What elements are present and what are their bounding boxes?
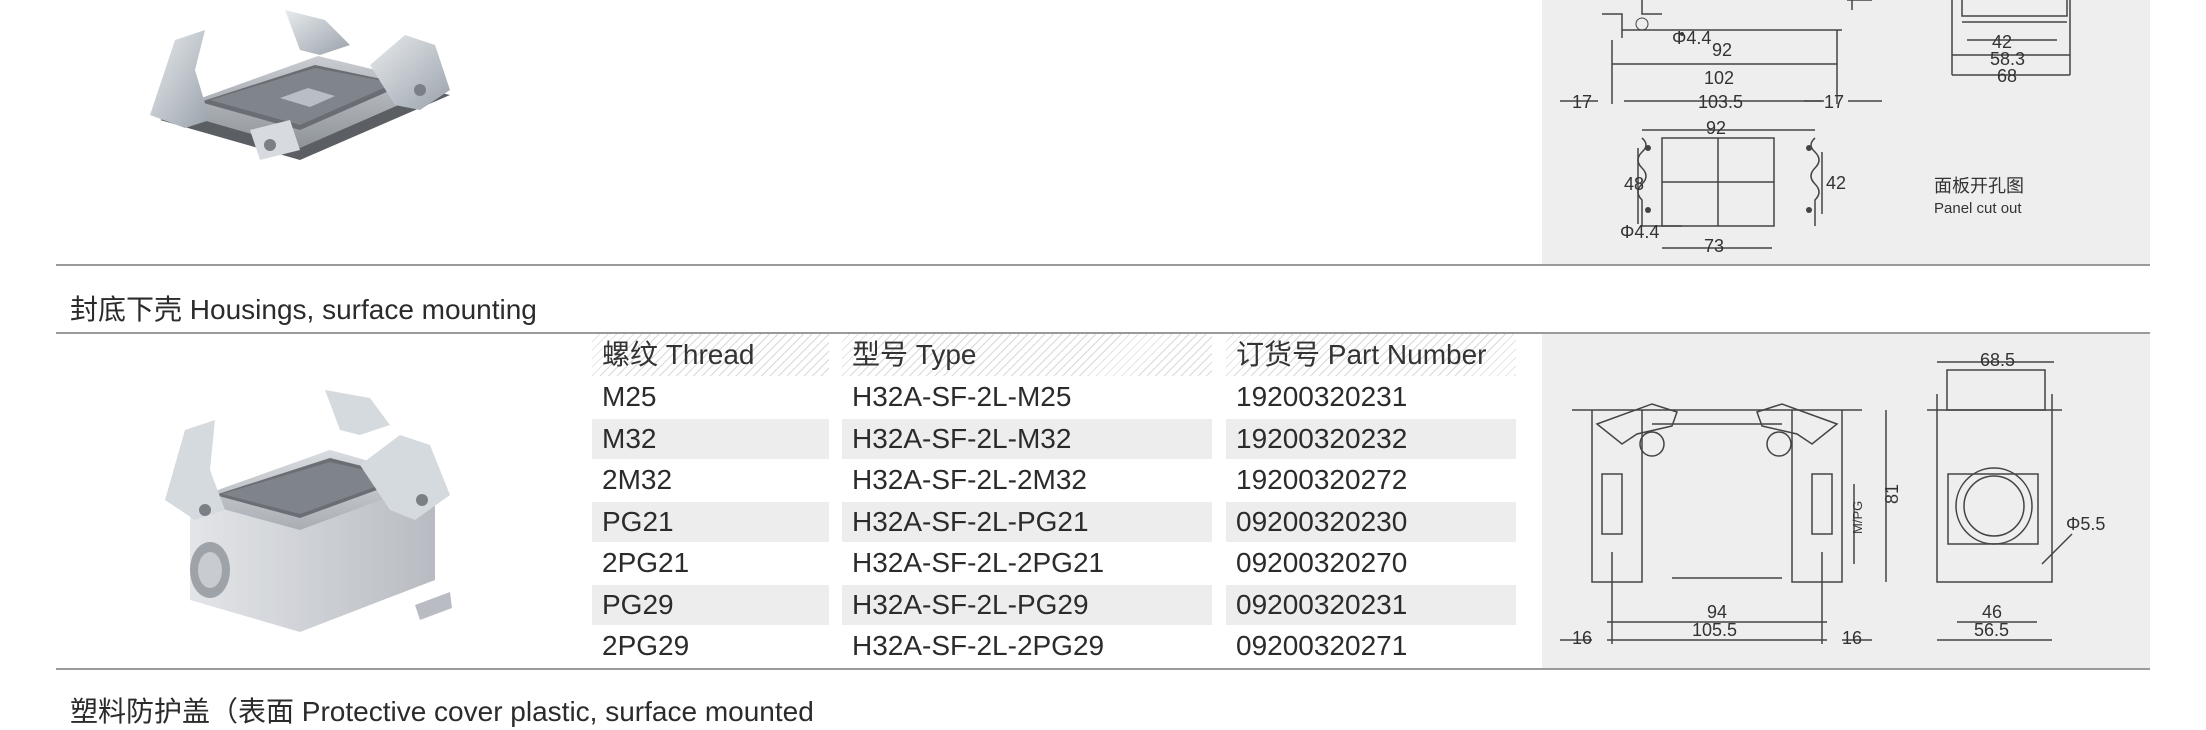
surface-housing-image	[160, 370, 460, 638]
cell-type: H32A-SF-2L-2M32	[852, 464, 1087, 495]
dim-hole-top: Φ4.4	[1672, 28, 1711, 48]
dim-94: 94	[1707, 602, 1727, 622]
section-title: 封底下壳 Housings, surface mounting	[70, 294, 537, 325]
header-type: 型号 Type	[842, 334, 1212, 376]
dim-68-side: 68	[1997, 66, 2017, 86]
cell-thread: 2PG29	[602, 630, 690, 661]
section-divider-bottom	[56, 668, 2150, 670]
dim-17-right: 17	[1824, 92, 1844, 112]
panel-cutout-caption-zh: 面板开孔图	[1934, 176, 2024, 196]
cell-thread: M32	[592, 418, 829, 459]
dim-103-5: 103.5	[1698, 92, 1743, 112]
dim-92-top: 92	[1712, 40, 1732, 60]
cell-thread: 2M32	[602, 464, 673, 495]
dim-cutout-48: 48	[1624, 174, 1644, 194]
cell-part-number: 09200320231	[1226, 584, 1516, 625]
cell-part-number: 19200320232	[1226, 418, 1516, 459]
header-thread: 螺纹 Thread	[592, 334, 829, 376]
dim-16-left: 16	[1572, 628, 1592, 648]
dim-cutout-42: 42	[1826, 173, 1846, 193]
cell-part-number: 19200320272	[1236, 464, 1408, 495]
dim-cutout-hole: Φ4.4	[1620, 222, 1659, 242]
dim-hole-surface: Φ5.5	[2066, 514, 2105, 534]
panel-cutout-caption-en: Panel cut out	[1934, 200, 2022, 217]
cell-type: H32A-SF-2L-PG21	[842, 501, 1212, 542]
dim-56-5: 56.5	[1974, 620, 2009, 640]
top-drawing-panel: Φ4.4 92 102 17 103.5 17 42 58.3 68 92 48…	[1542, 0, 2150, 264]
cell-type: H32A-SF-2L-M32	[842, 418, 1212, 459]
dim-102: 102	[1704, 68, 1734, 88]
section-divider-top	[56, 264, 2150, 266]
dim-cutout-73: 73	[1704, 236, 1724, 256]
cell-part-number: 09200320271	[1236, 630, 1408, 661]
dim-17-left: 17	[1572, 92, 1592, 112]
cell-part-number: 09200320270	[1236, 547, 1408, 578]
dim-mpg: M/PG	[1850, 501, 1865, 534]
header-part-number: 订货号 Part Number	[1226, 334, 1516, 376]
dim-68-5: 68.5	[1980, 350, 2015, 370]
top-housing-image	[150, 10, 460, 180]
next-section-title: 塑料防护盖（表面 Protective cover plastic, surfa…	[70, 696, 814, 727]
dim-81: 81	[1882, 484, 1902, 504]
cell-type: H32A-SF-2L-M25	[852, 381, 1072, 412]
panel-cutout-caption: 面板开孔图 Panel cut out	[1934, 172, 2024, 217]
cell-part-number: 19200320231	[1236, 381, 1408, 412]
cell-thread: PG21	[592, 501, 829, 542]
dim-cutout-92: 92	[1706, 118, 1726, 138]
cell-part-number: 09200320230	[1226, 501, 1516, 542]
dim-16-right: 16	[1842, 628, 1862, 648]
cell-type: H32A-SF-2L-2PG21	[852, 547, 1105, 578]
dim-105-5: 105.5	[1692, 620, 1737, 640]
surface-drawing-panel: 68.5 81 M/PG Φ5.5 94 105.5 16 16 46 56.5	[1542, 334, 2150, 668]
cell-type: H32A-SF-2L-2PG29	[852, 630, 1105, 661]
cell-thread: 2PG21	[602, 547, 690, 578]
cell-thread: M25	[602, 381, 657, 412]
dim-46: 46	[1982, 602, 2002, 622]
cell-type: H32A-SF-2L-PG29	[842, 584, 1212, 625]
cell-thread: PG29	[592, 584, 829, 625]
